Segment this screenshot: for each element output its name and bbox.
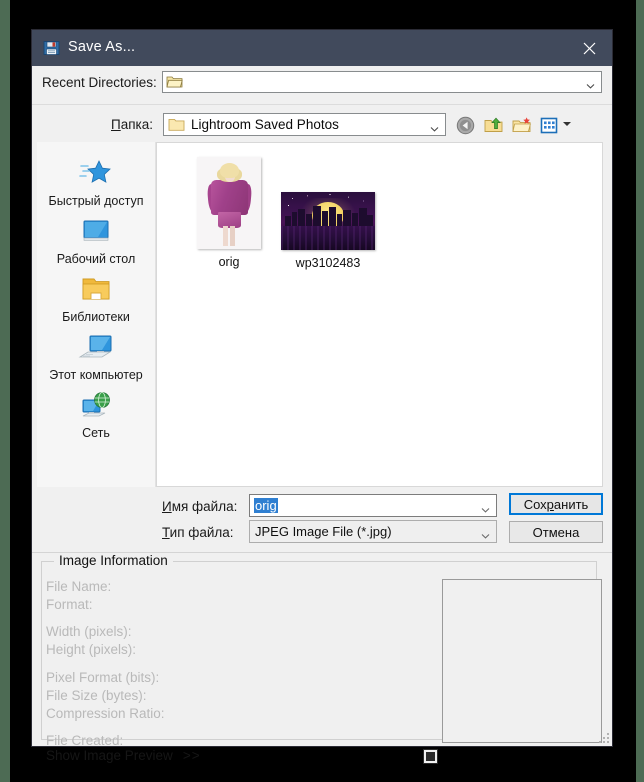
sidebar-item-quick-access[interactable]: Быстрый доступ	[37, 156, 155, 208]
views-grid-icon[interactable]	[540, 116, 559, 135]
file-type-select[interactable]: JPEG Image File (*.jpg)	[249, 520, 497, 543]
this-pc-icon	[37, 330, 155, 366]
info-width-label: Width (pixels):	[46, 624, 132, 639]
quick-access-star-icon	[37, 156, 155, 192]
info-compression-ratio-label: Compression Ratio:	[46, 706, 165, 721]
chevron-down-icon[interactable]	[481, 527, 490, 539]
save-button[interactable]: Сохранить	[509, 493, 603, 515]
file-name-field-label: Имя файла:	[162, 499, 238, 514]
file-type-field-label: Тип файла:	[162, 525, 234, 540]
info-format-label: Format:	[46, 597, 93, 612]
folder-icon	[168, 117, 185, 132]
info-file-name-label: File Name:	[46, 579, 112, 594]
info-file-created-label: File Created:	[46, 733, 124, 748]
info-height-label: Height (pixels):	[46, 642, 137, 657]
navigation-toolbar	[456, 113, 571, 137]
chevron-down-icon[interactable]	[481, 501, 490, 513]
open-folder-icon	[166, 74, 183, 89]
info-file-size-label: File Size (bytes):	[46, 688, 147, 703]
show-image-preview-label: Show Image Preview	[46, 748, 173, 763]
show-image-preview-link[interactable]: Show Image Preview >>	[46, 748, 201, 763]
sidebar-item-this-pc[interactable]: Этот компьютер	[37, 330, 155, 382]
save-button-label: Сохранить	[523, 496, 589, 512]
resize-grip[interactable]	[598, 732, 609, 743]
sidebar-item-label: Быстрый доступ	[48, 194, 144, 208]
save-as-dialog: Save As... Recent Directories: Папка: Li…	[31, 29, 613, 764]
cancel-button[interactable]: Отмена	[509, 521, 603, 543]
file-name-label: orig	[218, 255, 240, 269]
title-bar: Save As...	[32, 30, 612, 66]
chevron-down-icon	[586, 78, 595, 89]
list-item[interactable]: orig	[177, 157, 281, 269]
recent-directories-label: Recent Directories:	[42, 75, 157, 90]
file-type-value: JPEG Image File (*.jpg)	[255, 524, 392, 539]
image-information-title: Image Information	[54, 553, 173, 568]
chevron-down-icon	[430, 120, 439, 132]
cancel-button-label: Отмена	[532, 524, 580, 540]
recent-directories-combo[interactable]	[162, 71, 602, 93]
top-divider	[32, 104, 612, 105]
network-globe-icon	[37, 388, 155, 424]
sidebar-item-network[interactable]: Сеть	[37, 388, 155, 440]
file-list[interactable]: orig wp3102483	[156, 142, 603, 487]
window-title: Save As...	[68, 39, 136, 55]
sidebar-item-label: Этот компьютер	[49, 368, 143, 382]
stop-square-icon	[426, 752, 435, 761]
preview-toggle-button[interactable]	[423, 749, 438, 764]
desktop-monitor-icon	[37, 214, 155, 250]
list-item[interactable]: wp3102483	[276, 192, 380, 270]
image-preview-pane	[442, 579, 602, 743]
double-chevron-right-icon: >>	[182, 748, 201, 763]
back-arrow-icon[interactable]	[456, 116, 475, 135]
file-name-input[interactable]: orig	[249, 494, 497, 517]
libraries-folder-icon	[37, 272, 155, 308]
file-thumbnail	[281, 192, 375, 250]
save-floppy-icon	[43, 40, 60, 56]
sidebar-item-label: Сеть	[82, 426, 110, 440]
close-icon[interactable]	[566, 30, 612, 66]
places-bar: Быстрый доступ Рабочий стол Библиотеки Э…	[37, 142, 156, 487]
sidebar-item-desktop[interactable]: Рабочий стол	[37, 214, 155, 266]
new-folder-icon[interactable]	[512, 116, 531, 135]
sidebar-item-label: Библиотеки	[62, 310, 130, 324]
folder-combo[interactable]: Lightroom Saved Photos	[163, 113, 446, 136]
file-thumbnail	[197, 157, 261, 249]
sidebar-item-label: Рабочий стол	[56, 252, 136, 266]
sidebar-item-libraries[interactable]: Библиотеки	[37, 272, 155, 324]
file-name-label: wp3102483	[295, 256, 361, 270]
info-pixel-format-label: Pixel Format (bits):	[46, 670, 160, 685]
up-folder-icon[interactable]	[484, 116, 503, 135]
folder-value: Lightroom Saved Photos	[191, 117, 339, 132]
chevron-down-icon[interactable]	[563, 122, 571, 126]
file-name-value: orig	[254, 498, 278, 513]
folder-label: Папка:	[111, 117, 153, 132]
